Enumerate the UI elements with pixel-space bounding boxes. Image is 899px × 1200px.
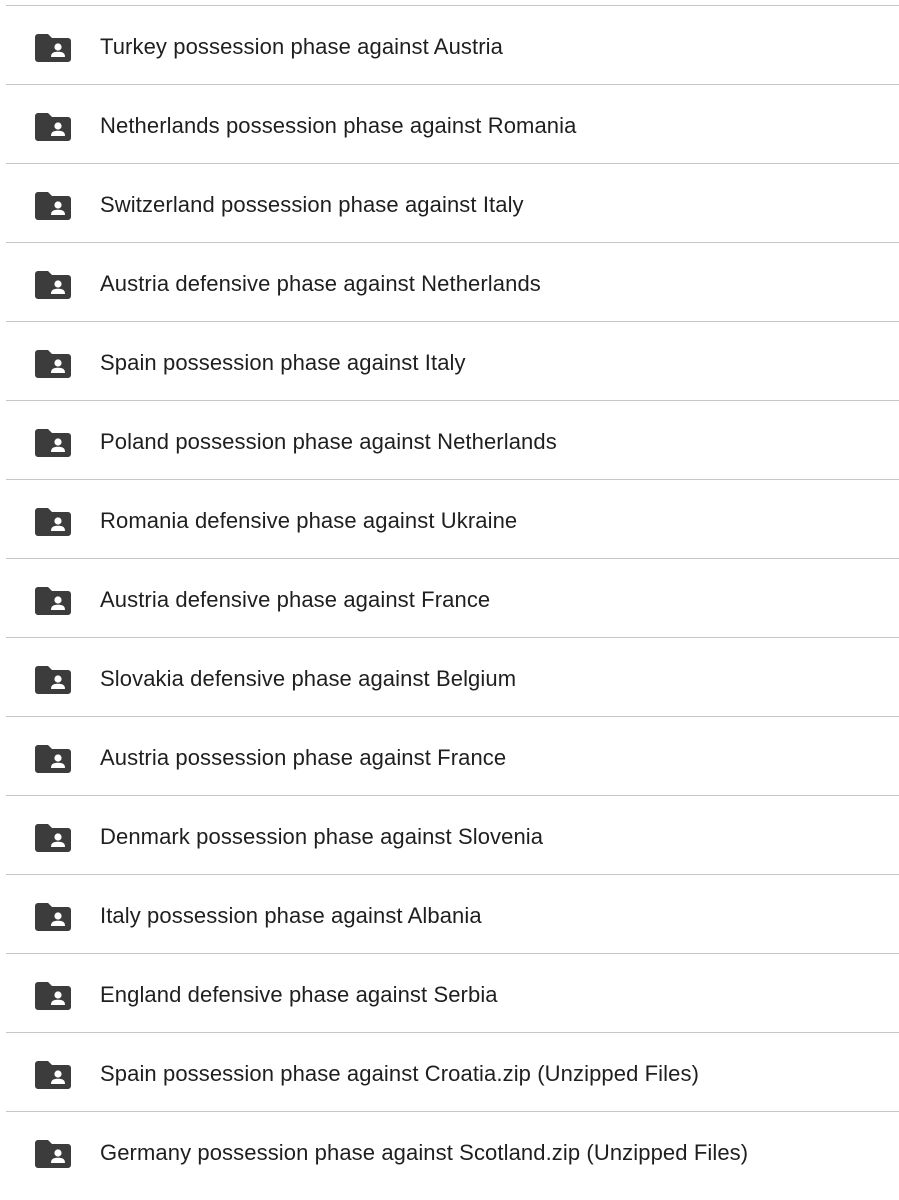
- file-row[interactable]: Italy possession phase against Albania: [6, 874, 899, 953]
- file-name: Netherlands possession phase against Rom…: [100, 113, 577, 138]
- file-name: Austria defensive phase against Netherla…: [100, 271, 541, 296]
- shared-folder-icon: [35, 903, 71, 931]
- file-row[interactable]: Austria defensive phase against France: [6, 558, 899, 637]
- shared-folder-icon: [35, 113, 71, 141]
- shared-folder-icon: [35, 271, 71, 299]
- shared-folder-icon: [35, 34, 71, 62]
- file-name: Denmark possession phase against Sloveni…: [100, 824, 544, 849]
- file-name: England defensive phase against Serbia: [100, 982, 498, 1007]
- file-row[interactable]: Spain possession phase against Croatia.z…: [6, 1032, 899, 1111]
- shared-folder-icon: [35, 824, 71, 852]
- file-row[interactable]: Germany possession phase against Scotlan…: [6, 1111, 899, 1190]
- shared-folder-icon: [35, 1140, 71, 1168]
- file-name: Switzerland possession phase against Ita…: [100, 192, 524, 217]
- shared-folder-icon: [35, 508, 71, 536]
- file-row[interactable]: Austria defensive phase against Netherla…: [6, 242, 899, 321]
- file-row[interactable]: Turkey possession phase against Austria: [6, 5, 899, 84]
- file-name: Spain possession phase against Italy: [100, 350, 466, 375]
- file-list: Turkey possession phase against Austria …: [6, 5, 899, 1190]
- shared-folder-icon: [35, 350, 71, 378]
- file-name: Poland possession phase against Netherla…: [100, 429, 557, 454]
- shared-folder-icon: [35, 192, 71, 220]
- file-name: Austria defensive phase against France: [100, 587, 491, 612]
- shared-folder-icon: [35, 1061, 71, 1089]
- file-row[interactable]: Slovakia defensive phase against Belgium: [6, 637, 899, 716]
- file-row[interactable]: Poland possession phase against Netherla…: [6, 400, 899, 479]
- file-name: Turkey possession phase against Austria: [100, 34, 503, 59]
- file-name: Germany possession phase against Scotlan…: [100, 1140, 749, 1165]
- file-row[interactable]: Switzerland possession phase against Ita…: [6, 163, 899, 242]
- file-name: Italy possession phase against Albania: [100, 903, 482, 928]
- file-row[interactable]: England defensive phase against Serbia: [6, 953, 899, 1032]
- file-row[interactable]: Romania defensive phase against Ukraine: [6, 479, 899, 558]
- file-row[interactable]: Austria possession phase against France: [6, 716, 899, 795]
- file-row[interactable]: Denmark possession phase against Sloveni…: [6, 795, 899, 874]
- shared-folder-icon: [35, 982, 71, 1010]
- shared-folder-icon: [35, 745, 71, 773]
- shared-folder-icon: [35, 666, 71, 694]
- file-name: Romania defensive phase against Ukraine: [100, 508, 518, 533]
- file-row[interactable]: Spain possession phase against Italy: [6, 321, 899, 400]
- file-name: Slovakia defensive phase against Belgium: [100, 666, 517, 691]
- file-row[interactable]: Netherlands possession phase against Rom…: [6, 84, 899, 163]
- shared-folder-icon: [35, 429, 71, 457]
- file-name: Spain possession phase against Croatia.z…: [100, 1061, 699, 1086]
- file-name: Austria possession phase against France: [100, 745, 507, 770]
- shared-folder-icon: [35, 587, 71, 615]
